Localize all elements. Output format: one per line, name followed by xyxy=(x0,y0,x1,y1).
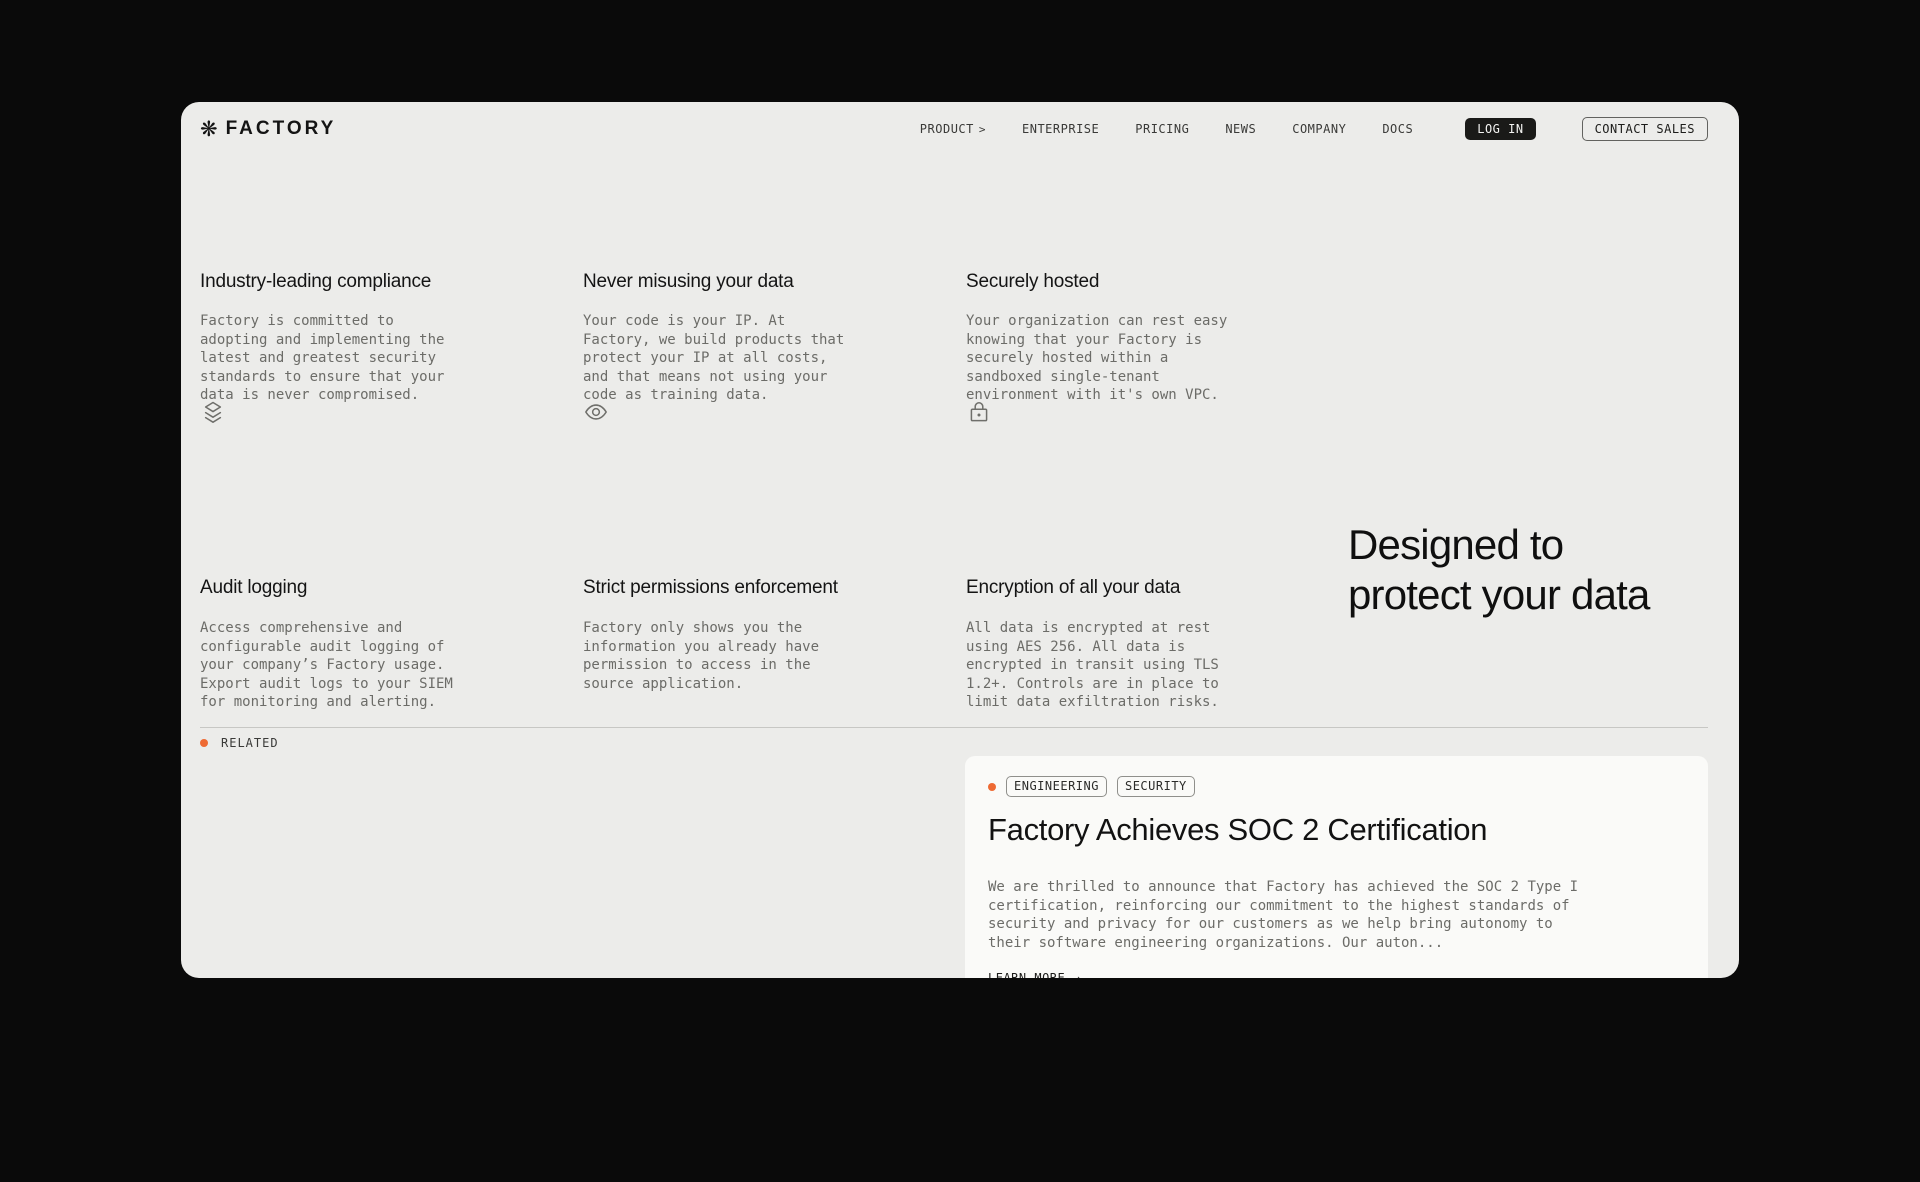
feature-title-audit-logging: Audit logging xyxy=(200,577,307,599)
main-nav: PRODUCT > ENTERPRISE PRICING NEWS COMPANY… xyxy=(920,117,1708,141)
feature-title-permissions: Strict permissions enforcement xyxy=(583,577,838,599)
related-divider xyxy=(200,727,1708,728)
lock-icon xyxy=(966,399,992,430)
feature-body-audit-logging: Access comprehensive and configurable au… xyxy=(200,619,453,712)
nav-item-pricing[interactable]: PRICING xyxy=(1135,122,1189,136)
feature-title-never-misusing: Never misusing your data xyxy=(583,271,794,293)
orange-dot-icon xyxy=(988,783,996,791)
site-header: ❋ FACTORY PRODUCT > ENTERPRISE PRICING NE… xyxy=(200,102,1708,156)
section-headline: Designed to protect your data xyxy=(1348,520,1650,620)
feature-body-compliance: Factory is committed to adopting and imp… xyxy=(200,312,444,405)
feature-title-securely-hosted: Securely hosted xyxy=(966,271,1099,293)
feature-body-encryption: All data is encrypted at rest using AES … xyxy=(966,619,1219,712)
nav-item-company[interactable]: COMPANY xyxy=(1292,122,1346,136)
nav-item-docs[interactable]: DOCS xyxy=(1382,122,1413,136)
related-label-row: RELATED xyxy=(200,736,279,750)
article-tags-row: ENGINEERING SECURITY xyxy=(988,776,1195,797)
nav-item-product-label: PRODUCT xyxy=(920,122,974,136)
feature-title-compliance: Industry-leading compliance xyxy=(200,271,431,293)
feature-body-permissions: Factory only shows you the information y… xyxy=(583,619,819,693)
nav-item-enterprise[interactable]: ENTERPRISE xyxy=(1022,122,1099,136)
feature-title-encryption: Encryption of all your data xyxy=(966,577,1180,599)
layers-icon xyxy=(200,399,226,430)
nav-item-news[interactable]: NEWS xyxy=(1225,122,1256,136)
factory-flower-icon: ❋ xyxy=(200,119,218,140)
eye-icon xyxy=(583,399,609,430)
logo-wordmark: FACTORY xyxy=(226,118,337,140)
nav-item-product[interactable]: PRODUCT > xyxy=(920,122,986,136)
orange-dot-icon xyxy=(200,739,208,747)
main-panel: ❋ FACTORY PRODUCT > ENTERPRISE PRICING NE… xyxy=(181,102,1739,978)
factory-logo[interactable]: ❋ FACTORY xyxy=(200,118,336,140)
contact-sales-button[interactable]: CONTACT SALES xyxy=(1582,117,1708,141)
learn-more-link[interactable]: LEARN MORE → xyxy=(988,971,1081,978)
feature-body-securely-hosted: Your organization can rest easy knowing … xyxy=(966,312,1227,405)
article-title: Factory Achieves SOC 2 Certification xyxy=(988,812,1487,848)
chevron-right-icon: > xyxy=(979,123,986,136)
related-label: RELATED xyxy=(221,736,279,750)
article-excerpt: We are thrilled to announce that Factory… xyxy=(988,878,1578,952)
log-in-button[interactable]: LOG IN xyxy=(1465,118,1535,140)
feature-body-never-misusing: Your code is your IP. At Factory, we bui… xyxy=(583,312,844,405)
tag-security: SECURITY xyxy=(1117,776,1195,797)
tag-engineering: ENGINEERING xyxy=(1006,776,1107,797)
related-article-card[interactable]: ENGINEERING SECURITY Factory Achieves SO… xyxy=(965,756,1708,978)
